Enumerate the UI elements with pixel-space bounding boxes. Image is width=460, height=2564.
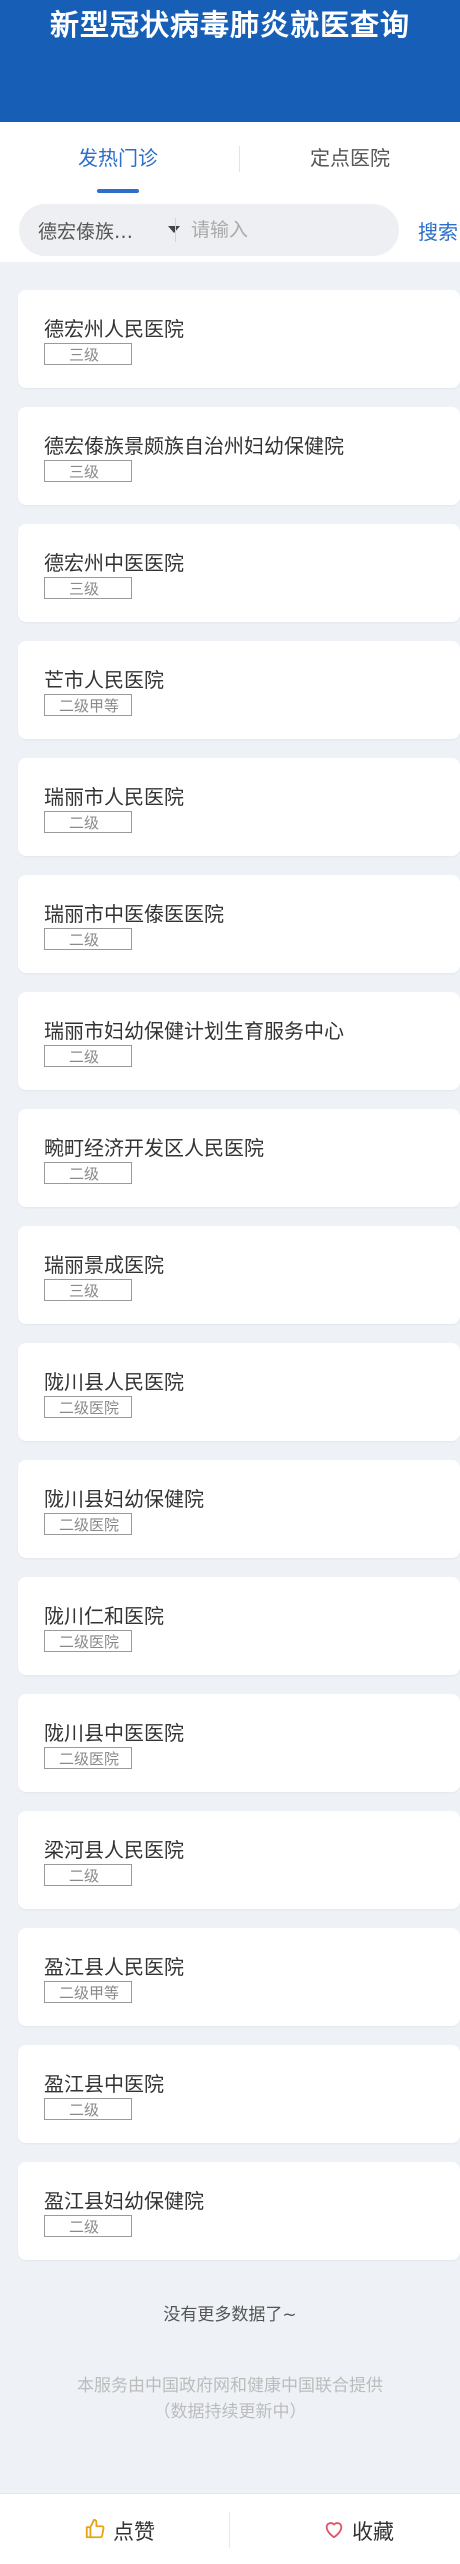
hospital-name: 陇川县中医医院	[44, 1721, 184, 1745]
favorite-label: 收藏	[352, 2520, 394, 2544]
hospital-name: 盈江县中医院	[44, 2072, 164, 2096]
hospital-level-badge: 三级	[44, 577, 132, 599]
hospital-name: 德宏州中医医院	[44, 551, 184, 575]
hospital-level-badge: 二级医院	[44, 1630, 132, 1652]
hospital-card[interactable]: 盈江县妇幼保健院 二级	[18, 2162, 460, 2260]
hospital-name: 瑞丽市人民医院	[44, 785, 184, 809]
region-select[interactable]: 德宏傣族…	[38, 217, 188, 243]
hospital-level-badge: 二级	[44, 2098, 132, 2120]
thumbs-up-icon	[85, 2518, 105, 2539]
hospital-level-badge: 三级	[44, 343, 132, 365]
hospital-name: 梁河县人民医院	[44, 1838, 184, 1862]
hospital-card[interactable]: 瑞丽市妇幼保健计划生育服务中心 二级	[18, 992, 460, 1090]
page-title: 新型冠状病毒肺炎就医查询	[49, 8, 410, 42]
hospital-level-badge: 二级甲等	[44, 1981, 132, 2003]
hospital-name: 瑞丽景成医院	[44, 1253, 164, 1277]
like-label: 点赞	[113, 2520, 155, 2544]
hospital-name: 陇川县人民医院	[44, 1370, 184, 1394]
active-tab-indicator	[97, 189, 139, 193]
hospital-card[interactable]: 陇川县妇幼保健院 二级医院	[18, 1460, 460, 1558]
hospital-card[interactable]: 盈江县人民医院 二级甲等	[18, 1928, 460, 2026]
hospital-level-badge: 二级	[44, 1864, 132, 1886]
hospital-level-badge: 二级甲等	[44, 694, 132, 716]
hospital-card[interactable]: 德宏州人民医院 三级	[18, 290, 460, 388]
search-input[interactable]	[189, 214, 393, 246]
hospital-level-badge: 三级	[44, 460, 132, 482]
hospital-card[interactable]: 瑞丽景成医院 三级	[18, 1226, 460, 1324]
hospital-level-badge: 二级医院	[44, 1747, 132, 1769]
heart-icon	[325, 2522, 343, 2539]
hospital-card[interactable]: 梁河县人民医院 二级	[18, 1811, 460, 1909]
hospital-card[interactable]: 芒市人民医院 二级甲等	[18, 641, 460, 739]
bottom-action-bar: 点赞 收藏	[0, 2493, 460, 2564]
hospital-card[interactable]: 瑞丽市人民医院 二级	[18, 758, 460, 856]
hospital-level-badge: 二级	[44, 928, 132, 950]
hospital-card[interactable]: 瑞丽市中医傣医医院 二级	[18, 875, 460, 973]
hospital-name: 陇川县妇幼保健院	[44, 1487, 204, 1511]
search-bar: 德宏傣族… 搜索	[0, 202, 460, 262]
hospital-level-badge: 二级	[44, 811, 132, 833]
tab-fever-clinic[interactable]: 发热门诊	[0, 142, 236, 192]
hospital-name: 盈江县妇幼保健院	[44, 2189, 204, 2213]
tab-designated-hospital[interactable]: 定点医院	[240, 142, 460, 192]
footer-line-1: 本服务由中国政府网和健康中国联合提供	[77, 2376, 383, 2396]
search-button[interactable]: 搜索	[418, 216, 458, 245]
search-divider	[175, 218, 176, 242]
hospital-name: 盈江县人民医院	[44, 1955, 184, 1979]
hospital-card[interactable]: 陇川仁和医院 二级医院	[18, 1577, 460, 1675]
hospital-name: 瑞丽市妇幼保健计划生育服务中心	[44, 1019, 344, 1043]
hospital-card[interactable]: 德宏傣族景颇族自治州妇幼保健院 三级	[18, 407, 460, 505]
footer-line-2: （数据持续更新中）	[153, 2402, 307, 2422]
hospital-name: 瑞丽市中医傣医医院	[44, 902, 224, 926]
hospital-level-badge: 二级医院	[44, 1396, 132, 1418]
hospital-level-badge: 三级	[44, 1279, 132, 1301]
page-header: 新型冠状病毒肺炎就医查询	[0, 0, 460, 122]
search-field: 德宏傣族…	[19, 204, 399, 256]
hospital-level-badge: 二级	[44, 1162, 132, 1184]
bottom-divider	[229, 2512, 230, 2548]
region-select-value: 德宏傣族…	[38, 221, 134, 243]
hospital-name: 陇川仁和医院	[44, 1604, 164, 1628]
hospital-level-badge: 二级医院	[44, 1513, 132, 1535]
hospital-card[interactable]: 陇川县中医医院 二级医院	[18, 1694, 460, 1792]
hospital-name: 畹町经济开发区人民医院	[44, 1136, 264, 1160]
hospital-card[interactable]: 畹町经济开发区人民医院 二级	[18, 1109, 460, 1207]
hospital-name: 德宏傣族景颇族自治州妇幼保健院	[44, 434, 344, 458]
hospital-level-badge: 二级	[44, 2215, 132, 2237]
hospital-card[interactable]: 陇川县人民医院 二级医院	[18, 1343, 460, 1441]
hospital-card[interactable]: 盈江县中医院 二级	[18, 2045, 460, 2143]
hospital-card[interactable]: 德宏州中医医院 三级	[18, 524, 460, 622]
hospital-name: 德宏州人民医院	[44, 317, 184, 341]
tab-bar: 发热门诊 定点医院	[0, 122, 460, 202]
end-of-list-note: 没有更多数据了~	[163, 2305, 297, 2325]
caret-down-icon	[168, 226, 180, 233]
hospital-name: 芒市人民医院	[44, 668, 164, 692]
footer-note: 本服务由中国政府网和健康中国联合提供 （数据持续更新中）	[0, 2373, 460, 2425]
hospital-level-badge: 二级	[44, 1045, 132, 1067]
